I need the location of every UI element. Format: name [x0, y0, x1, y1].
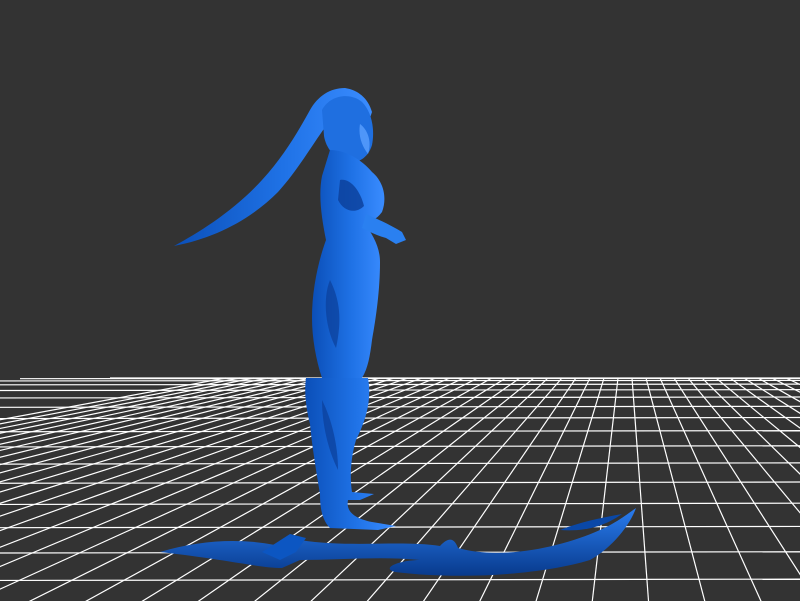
grid-line-depth	[743, 377, 800, 414]
grid-line-depth	[715, 377, 800, 449]
grid-line-depth	[687, 377, 800, 514]
grid-line-horizontal	[0, 578, 800, 582]
grid-line-horizontal	[0, 430, 800, 433]
grid-line-depth	[701, 377, 800, 475]
grid-line-depth	[631, 377, 650, 601]
model-weapon-blade	[160, 508, 636, 576]
3d-viewport[interactable]	[0, 0, 800, 601]
grid-line-horizontal	[0, 389, 800, 392]
grid-line-horizontal	[0, 383, 800, 386]
grid-line-depth	[0, 377, 353, 474]
3d-model[interactable]	[160, 88, 636, 576]
grid-line-depth	[659, 377, 762, 601]
grid-line-horizontal	[0, 525, 800, 529]
grid-line-horizontal	[0, 481, 800, 484]
grid-line-depth	[757, 377, 800, 403]
grid-line-depth	[729, 377, 800, 429]
grid-line-depth	[0, 377, 241, 425]
viewport-canvas[interactable]	[0, 0, 800, 601]
grid-line-depth	[645, 377, 706, 601]
